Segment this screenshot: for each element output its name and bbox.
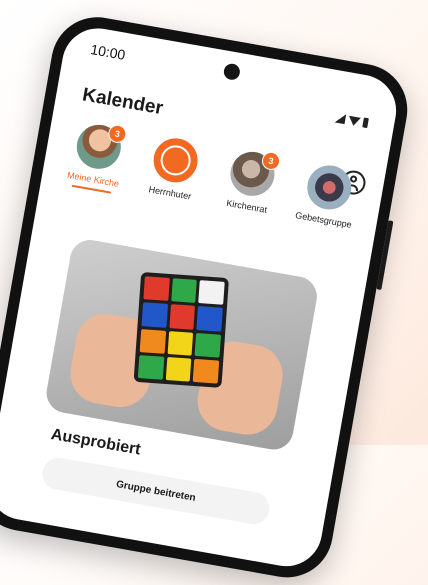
group-item-herrnhuter[interactable]: Herrnhuter <box>136 133 212 209</box>
group-item-kirchenrat[interactable]: 3 Kirchenrat <box>212 147 288 223</box>
group-carousel: 3 Meine Kirche Herrnhuter 3 Kirchenrat G… <box>59 119 402 250</box>
avatar <box>303 161 355 213</box>
status-icons <box>334 112 369 129</box>
group-item-tech[interactable]: Tech & <box>366 174 402 250</box>
notification-badge: 3 <box>106 123 128 145</box>
group-label: Gebetsgruppe <box>294 210 353 230</box>
join-group-button[interactable]: Gruppe beitreten <box>39 455 272 527</box>
power-button <box>376 220 394 291</box>
herrnhuter-logo-icon <box>158 142 194 178</box>
avatar: 3 <box>73 121 128 173</box>
rubiks-cube <box>133 271 230 388</box>
avatar: 3 <box>226 148 282 200</box>
post-image[interactable] <box>43 236 321 453</box>
signal-icon <box>334 112 347 125</box>
battery-icon <box>362 117 369 129</box>
wifi-icon <box>347 115 361 127</box>
group-label: Herrnhuter <box>147 184 192 202</box>
page-title: Kalender <box>80 84 165 120</box>
status-time: 10:00 <box>89 41 127 63</box>
post-title: Ausprobiert <box>49 426 142 459</box>
group-item-meine-kirche[interactable]: 3 Meine Kirche <box>59 119 135 195</box>
group-item-gebetsgruppe[interactable]: Gebetsgruppe <box>289 160 365 236</box>
avatar <box>150 134 202 186</box>
phone-frame: 10:00 Kalender 3 Meine Kirche Herrnhuter <box>0 10 415 585</box>
front-camera <box>222 62 242 82</box>
avatar <box>380 175 402 227</box>
app-screen: 10:00 Kalender 3 Meine Kirche Herrnhuter <box>0 22 402 572</box>
notification-badge: 3 <box>260 150 282 172</box>
group-label: Kirchenrat <box>225 197 268 215</box>
